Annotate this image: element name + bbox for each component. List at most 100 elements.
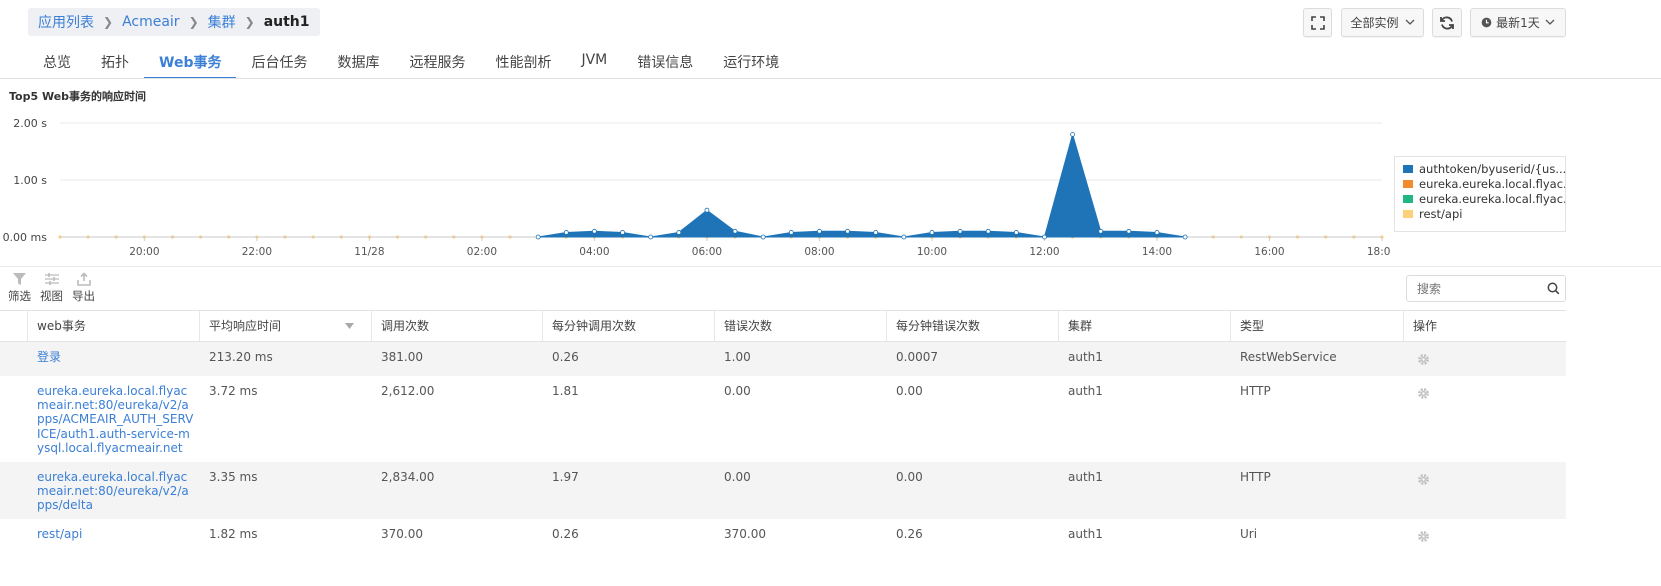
breadcrumb-acmeair[interactable]: Acmeair [122, 14, 180, 30]
tab-bar: 总览 拓扑 Web事务 后台任务 数据库 远程服务 性能剖析 JVM 错误信息 … [28, 48, 794, 79]
chevron-right-icon: ❯ [188, 15, 199, 29]
instance-select-label: 全部实例 [1350, 16, 1399, 30]
data-point[interactable] [1126, 228, 1132, 234]
data-point[interactable] [676, 230, 682, 235]
tab-divider [0, 78, 1661, 79]
search-box [1406, 275, 1566, 302]
cell-cluster: auth1 [1068, 470, 1103, 484]
data-point[interactable] [1042, 234, 1047, 240]
cell-calls: 2,834.00 [381, 470, 435, 484]
data-point[interactable] [788, 230, 794, 235]
response-time-chart: 2.00 s 1.00 s 0.00 ms 20:00 22:00 11/28 02:00 0… [3, 117, 1390, 258]
transaction-link[interactable]: eureka.eureka.local.flyacmeair.net:80/eu… [37, 384, 193, 455]
search-input[interactable] [1415, 280, 1547, 297]
transaction-link[interactable]: eureka.eureka.local.flyacmeair.net:80/eu… [37, 470, 189, 512]
cell-calls-per-minute: 0.26 [552, 527, 579, 541]
search-icon[interactable] [1547, 282, 1560, 295]
tab-overview[interactable]: 总览 [28, 48, 86, 78]
legend-label: eureka.eureka.local.flyac... [1419, 191, 1565, 206]
legend-label: authtoken/byuserid/{us... [1419, 161, 1565, 176]
cell-errors: 0.00 [724, 470, 751, 484]
chevron-down-icon [1545, 19, 1555, 25]
export-button[interactable]: 导出 [72, 270, 95, 304]
cell-actions [1404, 462, 1566, 519]
clock-icon [1481, 17, 1492, 28]
cell-avg-time: 3.35 ms [209, 470, 258, 484]
column-header-transaction[interactable]: web事务 [28, 311, 200, 341]
gear-icon[interactable] [1417, 530, 1430, 543]
filter-button[interactable]: 筛选 [8, 270, 31, 304]
row-spacer [0, 342, 28, 376]
sort-desc-icon [345, 323, 354, 329]
tab-environment[interactable]: 运行环境 [708, 48, 794, 78]
tab-errors[interactable]: 错误信息 [622, 48, 708, 78]
tab-remote-services[interactable]: 远程服务 [394, 48, 480, 78]
time-range-select[interactable]: 最新1天 [1470, 8, 1566, 37]
data-point[interactable] [760, 234, 766, 240]
refresh-button[interactable] [1432, 8, 1462, 37]
filter-icon [13, 273, 26, 285]
data-point[interactable] [620, 230, 625, 235]
transaction-link[interactable]: rest/api [37, 527, 82, 541]
tab-topology[interactable]: 拓扑 [86, 48, 144, 78]
legend-item[interactable]: eureka.eureka.local.flyac... [1395, 176, 1565, 191]
data-point[interactable] [845, 228, 850, 234]
column-header-calls-per-minute[interactable]: 每分钟调用次数 [543, 311, 715, 341]
chevron-down-icon [1405, 19, 1414, 25]
legend-item[interactable]: rest/api [1395, 206, 1565, 221]
data-point[interactable] [563, 230, 569, 235]
breadcrumb-cluster[interactable]: 集群 [208, 12, 236, 32]
table-row: eureka.eureka.local.flyacmeair.net:80/eu… [0, 462, 1566, 519]
fullscreen-button[interactable] [1303, 8, 1332, 37]
y-tick-label: 2.00 s [13, 117, 47, 130]
data-point[interactable] [957, 228, 963, 234]
data-point[interactable] [592, 228, 597, 234]
gear-icon[interactable] [1417, 353, 1430, 366]
data-point[interactable] [535, 234, 541, 240]
x-tick-label: 11/28 [354, 246, 384, 258]
column-header-calls[interactable]: 调用次数 [372, 311, 543, 341]
tab-background-tasks[interactable]: 后台任务 [236, 48, 322, 78]
legend-item[interactable]: eureka.eureka.local.flyac... [1395, 191, 1565, 206]
breadcrumb-app-list[interactable]: 应用列表 [38, 12, 94, 32]
data-point[interactable] [1013, 230, 1019, 235]
tab-database[interactable]: 数据库 [322, 48, 394, 78]
column-header-avg-time[interactable]: 平均响应时间 [200, 311, 372, 341]
column-header-errors-per-minute[interactable]: 每分钟错误次数 [887, 311, 1059, 341]
data-point[interactable] [873, 230, 879, 235]
data-point[interactable] [1154, 230, 1160, 235]
data-point[interactable] [1098, 228, 1104, 234]
cell-calls: 370.00 [381, 527, 423, 541]
x-tick-label: 10:00 [917, 246, 947, 258]
gear-icon[interactable] [1417, 387, 1430, 400]
cell-calls: 381.00 [381, 350, 423, 364]
data-point[interactable] [704, 207, 710, 213]
column-header-errors[interactable]: 错误次数 [715, 311, 887, 341]
legend-swatch [1403, 209, 1413, 218]
gear-icon[interactable] [1417, 473, 1430, 486]
breadcrumb: 应用列表 ❯ Acmeair ❯ 集群 ❯ auth1 [28, 8, 320, 36]
column-header-cluster[interactable]: 集群 [1059, 311, 1231, 341]
data-point[interactable] [732, 228, 738, 234]
tab-web-transactions[interactable]: Web事务 [144, 48, 237, 79]
table-row: rest/api 1.82 ms 370.00 0.26 370.00 0.26… [0, 519, 1566, 553]
data-point[interactable] [1182, 234, 1188, 240]
tab-profiling[interactable]: 性能剖析 [480, 48, 566, 78]
cell-calls: 2,612.00 [381, 384, 435, 398]
data-point[interactable] [817, 228, 822, 234]
column-header-type[interactable]: 类型 [1231, 311, 1404, 341]
tab-jvm[interactable]: JVM [566, 48, 622, 78]
data-point[interactable] [901, 234, 907, 240]
cell-avg-time: 3.72 ms [209, 384, 258, 398]
data-point[interactable] [1070, 132, 1075, 137]
transaction-link[interactable]: 登录 [37, 350, 61, 364]
x-tick-label: 20:00 [129, 246, 159, 258]
legend-item[interactable]: authtoken/byuserid/{us... [1395, 161, 1565, 176]
transactions-table: web事务 平均响应时间 调用次数 每分钟调用次数 错误次数 每分钟错误次数 集… [0, 310, 1566, 553]
view-button[interactable]: 视图 [40, 270, 63, 304]
data-point[interactable] [929, 230, 935, 235]
instance-select[interactable]: 全部实例 [1341, 8, 1424, 37]
data-point[interactable] [985, 228, 991, 234]
column-header-avg-time-label: 平均响应时间 [209, 319, 282, 333]
data-point[interactable] [648, 234, 654, 240]
